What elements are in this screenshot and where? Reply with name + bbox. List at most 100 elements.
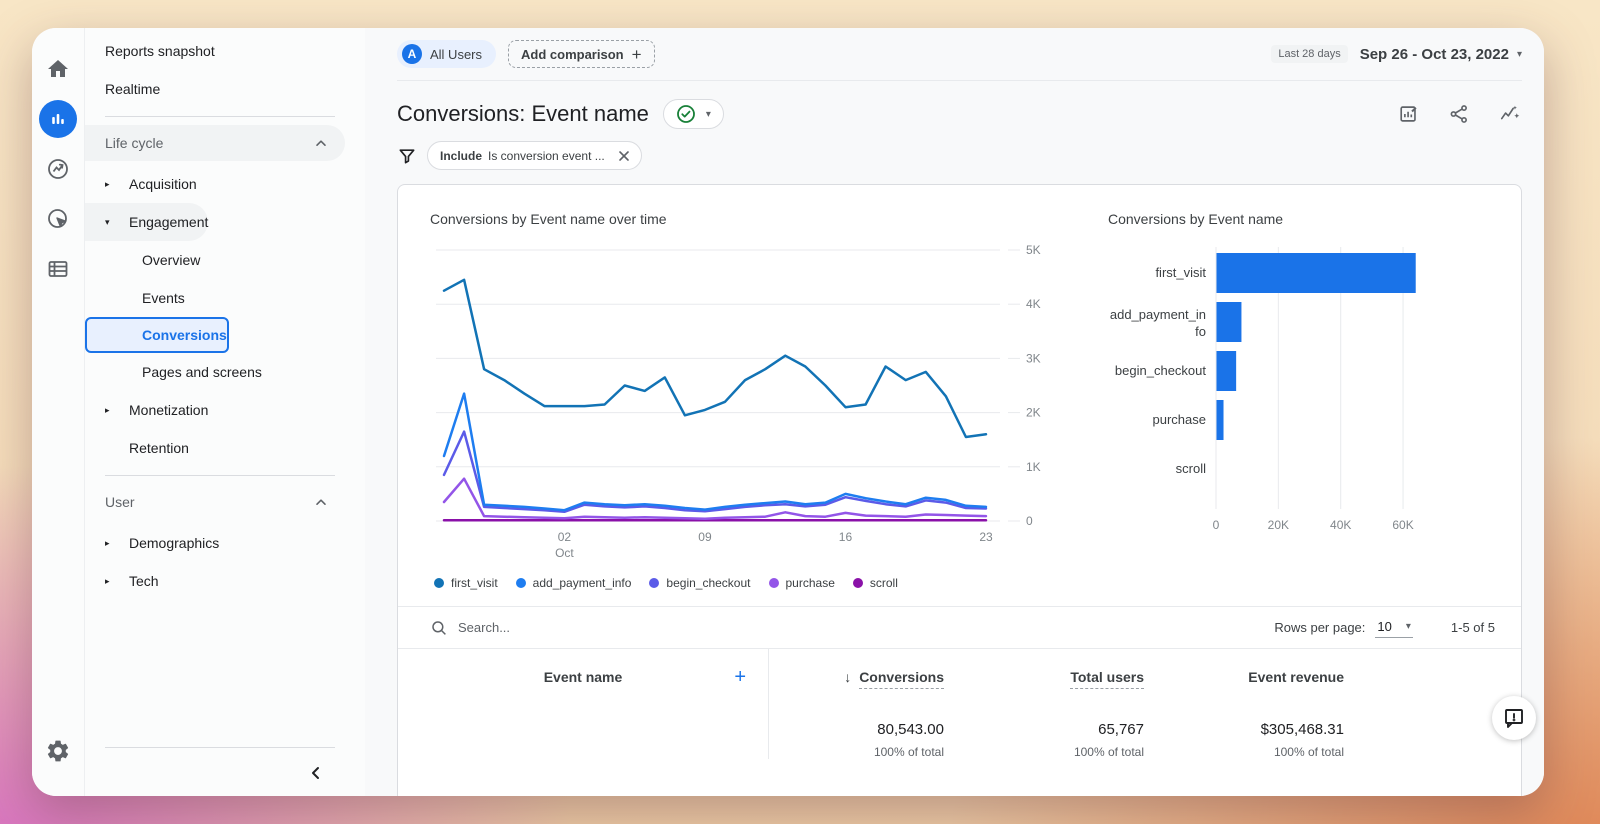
report-title-row: Conversions: Event name ▾ — [397, 99, 1522, 129]
chevron-left-icon — [309, 766, 323, 780]
sidebar-item-pages-and-screens[interactable]: Pages and screens — [85, 353, 365, 391]
svg-text:20K: 20K — [1268, 518, 1289, 532]
date-range-badge: Last 28 days — [1271, 45, 1347, 63]
divider — [397, 80, 1522, 81]
svg-text:0: 0 — [1213, 518, 1220, 532]
bar-chart[interactable]: 020K40K60Kfirst_visitadd_payment_infobeg… — [1108, 239, 1453, 539]
svg-text:purchase: purchase — [1153, 412, 1206, 427]
chevron-up-icon — [315, 139, 327, 147]
bar-chart-block: Conversions by Event name 020K40K60Kfirs… — [1108, 211, 1458, 590]
line-chart-legend: first_visitadd_payment_infobegin_checkou… — [430, 576, 1052, 590]
search-input[interactable] — [458, 620, 778, 635]
app-window: Reports snapshotRealtime Life cycle ▸Acqui… — [32, 28, 1544, 796]
divider — [105, 475, 335, 476]
triangle-right-icon: ▸ — [105, 538, 129, 549]
add-comparison-button[interactable]: Add comparison + — [508, 40, 655, 68]
page-title: Conversions: Event name — [397, 101, 649, 127]
legend-dot — [434, 578, 444, 588]
settings-gear-icon[interactable] — [33, 726, 83, 776]
svg-text:add_payment_info: add_payment_info — [1110, 307, 1206, 339]
customize-report-icon[interactable] — [1398, 103, 1420, 125]
segment-label: All Users — [430, 47, 482, 62]
totals-conversions: 80,543.00 100% of total — [768, 721, 958, 759]
svg-text:09: 09 — [698, 530, 712, 544]
comparison-bar: A All Users Add comparison + Last 28 day… — [397, 28, 1522, 80]
triangle-right-icon: ▸ — [105, 179, 129, 190]
svg-text:02: 02 — [558, 530, 572, 544]
legend-item-purchase: purchase — [769, 576, 835, 590]
divider — [105, 116, 335, 117]
date-range-picker[interactable]: Sep 26 - Oct 23, 2022 ▾ — [1360, 46, 1522, 63]
nav-section-life-cycle[interactable]: Life cycle — [85, 125, 345, 161]
sidebar-item-acquisition[interactable]: ▸Acquisition — [85, 165, 365, 203]
home-icon[interactable] — [33, 44, 83, 94]
rows-per-page-select[interactable]: 10 ▾ — [1375, 617, 1413, 638]
column-header-event-name[interactable]: Event name + — [398, 649, 768, 705]
all-users-segment-chip[interactable]: A All Users — [397, 40, 496, 68]
totals-event-revenue: $305,468.31 100% of total — [1158, 721, 1358, 759]
reports-active-circle — [39, 100, 77, 138]
sidebar-item-overview[interactable]: Overview — [85, 241, 365, 279]
feedback-bubble-icon — [1502, 706, 1526, 730]
nav-section-user[interactable]: User — [85, 484, 345, 520]
sidebar-item-conversions[interactable]: Conversions — [85, 317, 229, 353]
advertising-icon[interactable] — [33, 194, 83, 244]
insights-icon[interactable] — [1498, 103, 1522, 125]
sidebar-item-retention[interactable]: Retention — [85, 429, 365, 467]
column-header-conversions[interactable]: ↓Conversions — [768, 669, 958, 685]
svg-text:0: 0 — [1026, 514, 1033, 528]
triangle-down-icon: ▾ — [105, 217, 129, 228]
collapse-nav-button[interactable] — [309, 766, 323, 780]
line-chart-block: Conversions by Event name over time 0 1K 2… — [430, 211, 1052, 590]
sidebar-item-demographics[interactable]: ▸Demographics — [85, 524, 365, 562]
search-icon — [430, 619, 448, 637]
svg-text:1K: 1K — [1026, 460, 1041, 474]
feedback-button[interactable] — [1492, 696, 1536, 740]
legend-dot — [769, 578, 779, 588]
svg-text:16: 16 — [839, 530, 853, 544]
charts-row: Conversions by Event name over time 0 1K 2… — [398, 185, 1521, 590]
sidebar-item-engagement[interactable]: ▾Engagement — [85, 203, 208, 241]
sidebar-item-reports-snapshot[interactable]: Reports snapshot — [85, 32, 365, 70]
line-chart[interactable]: 01K2K3K4K5K02Oct091623 — [430, 237, 1052, 563]
left-icon-rail — [32, 28, 85, 796]
pagination-status: 1-5 of 5 — [1451, 620, 1495, 635]
chevron-down-icon: ▾ — [706, 109, 711, 120]
column-divider — [768, 649, 769, 759]
column-header-event-revenue[interactable]: Event revenue — [1158, 669, 1358, 685]
data-quality-badge[interactable]: ▾ — [663, 99, 724, 129]
table-section: Rows per page: 10 ▾ 1-5 of 5 Event name … — [398, 606, 1521, 759]
filter-funnel-icon — [397, 146, 417, 166]
line-chart-title: Conversions by Event name over time — [430, 211, 1052, 227]
svg-text:60K: 60K — [1392, 518, 1413, 532]
library-icon[interactable] — [33, 244, 83, 294]
column-header-total-users[interactable]: Total users — [958, 669, 1158, 685]
chevron-down-icon: ▾ — [1517, 49, 1522, 60]
main-content: A All Users Add comparison + Last 28 day… — [365, 28, 1544, 796]
sidebar-item-monetization[interactable]: ▸Monetization — [85, 391, 365, 429]
sort-descending-icon: ↓ — [844, 669, 851, 685]
svg-text:2K: 2K — [1026, 406, 1041, 420]
legend-item-scroll: scroll — [853, 576, 898, 590]
add-dimension-icon[interactable]: + — [734, 666, 746, 689]
remove-filter-icon[interactable] — [617, 149, 631, 163]
sidebar-item-events[interactable]: Events — [85, 279, 365, 317]
chevron-down-icon: ▾ — [1406, 621, 1411, 632]
share-icon[interactable] — [1448, 103, 1470, 125]
reports-icon[interactable] — [33, 94, 83, 144]
sidebar-item-tech[interactable]: ▸Tech — [85, 562, 365, 600]
legend-item-begin_checkout: begin_checkout — [649, 576, 750, 590]
svg-text:23: 23 — [979, 530, 993, 544]
triangle-right-icon: ▸ — [105, 576, 129, 587]
nav-bottom — [85, 747, 365, 796]
svg-text:40K: 40K — [1330, 518, 1351, 532]
explore-icon[interactable] — [33, 144, 83, 194]
svg-text:Oct: Oct — [555, 546, 574, 560]
bar-chart-title: Conversions by Event name — [1108, 211, 1458, 227]
triangle-right-icon: ▸ — [105, 405, 129, 416]
sidebar-item-realtime[interactable]: Realtime — [85, 70, 365, 108]
svg-text:3K: 3K — [1026, 351, 1041, 365]
table-header-row: Event name + ↓Conversions Total users Ev… — [398, 649, 1521, 705]
svg-text:4K: 4K — [1026, 297, 1041, 311]
filter-chip[interactable]: Include Is conversion event ... — [427, 141, 642, 170]
